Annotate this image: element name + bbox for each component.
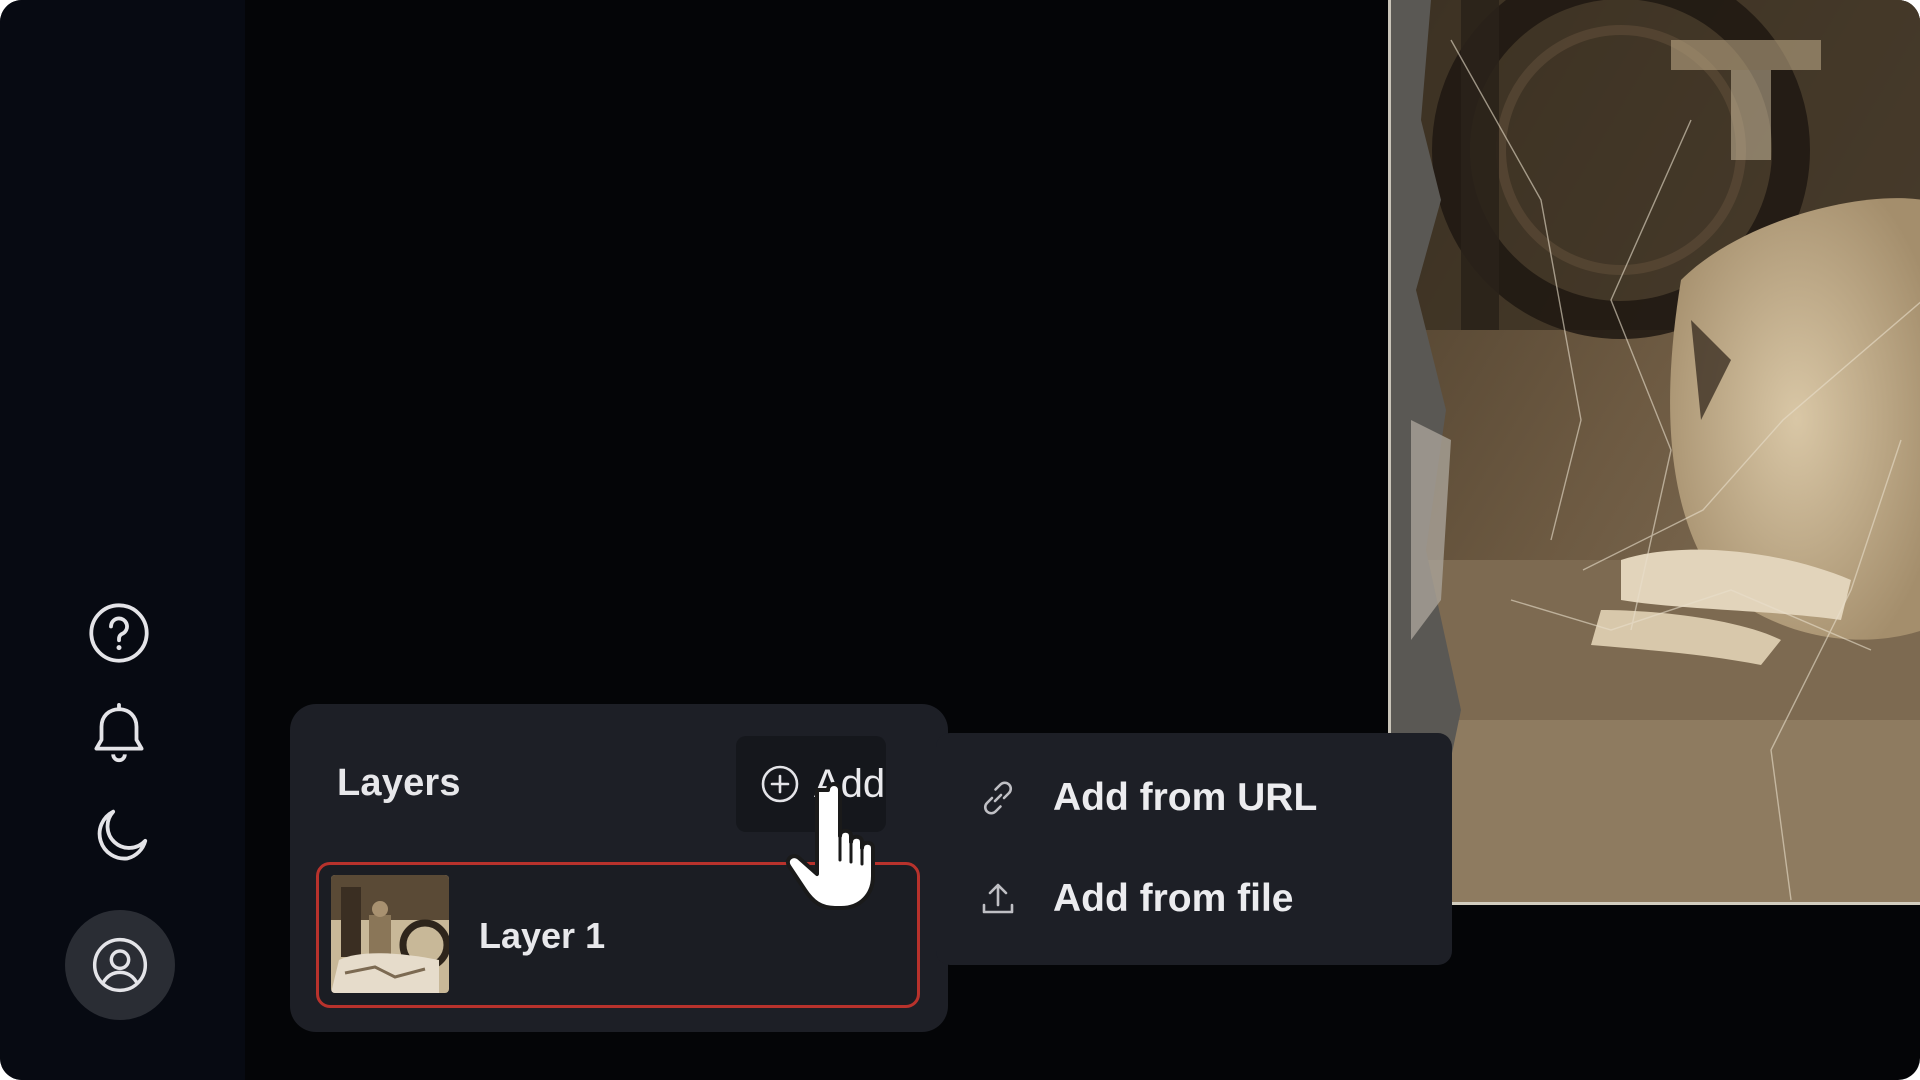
add-from-file-label: Add from file bbox=[1053, 877, 1294, 920]
help-circle-icon bbox=[89, 603, 149, 663]
layer-thumbnail bbox=[331, 875, 449, 993]
add-from-url-label: Add from URL bbox=[1053, 776, 1318, 819]
layers-title: Layers bbox=[337, 762, 461, 804]
plus-circle-icon bbox=[761, 765, 799, 803]
layer-thumbnail-image bbox=[331, 875, 449, 993]
layer-name: Layer 1 bbox=[479, 915, 606, 956]
canvas-image[interactable] bbox=[1388, 0, 1920, 905]
dark-mode-button[interactable] bbox=[80, 796, 158, 874]
notifications-button[interactable] bbox=[80, 695, 158, 773]
add-from-file-item[interactable]: Add from file bbox=[936, 851, 1452, 947]
add-layer-button[interactable]: Add bbox=[736, 736, 886, 832]
help-button[interactable] bbox=[80, 594, 158, 672]
vintage-photo-image bbox=[1391, 0, 1920, 902]
add-from-url-item[interactable]: Add from URL bbox=[936, 750, 1452, 846]
account-button[interactable] bbox=[65, 910, 175, 1020]
layers-panel: Layers Add Layer 1 bbox=[290, 704, 948, 1032]
link-icon bbox=[984, 781, 1012, 815]
add-layer-label: Add bbox=[814, 761, 886, 806]
bell-icon bbox=[94, 702, 144, 763]
moon-icon bbox=[97, 809, 148, 861]
app-window: Layers Add Layer 1 Add from URL Add from… bbox=[0, 0, 1920, 1080]
sidebar bbox=[0, 0, 245, 1080]
layer-item[interactable]: Layer 1 bbox=[316, 862, 920, 1008]
upload-icon bbox=[982, 883, 1014, 914]
add-menu: Add from URL Add from file bbox=[936, 733, 1452, 965]
user-circle-icon bbox=[92, 937, 148, 993]
